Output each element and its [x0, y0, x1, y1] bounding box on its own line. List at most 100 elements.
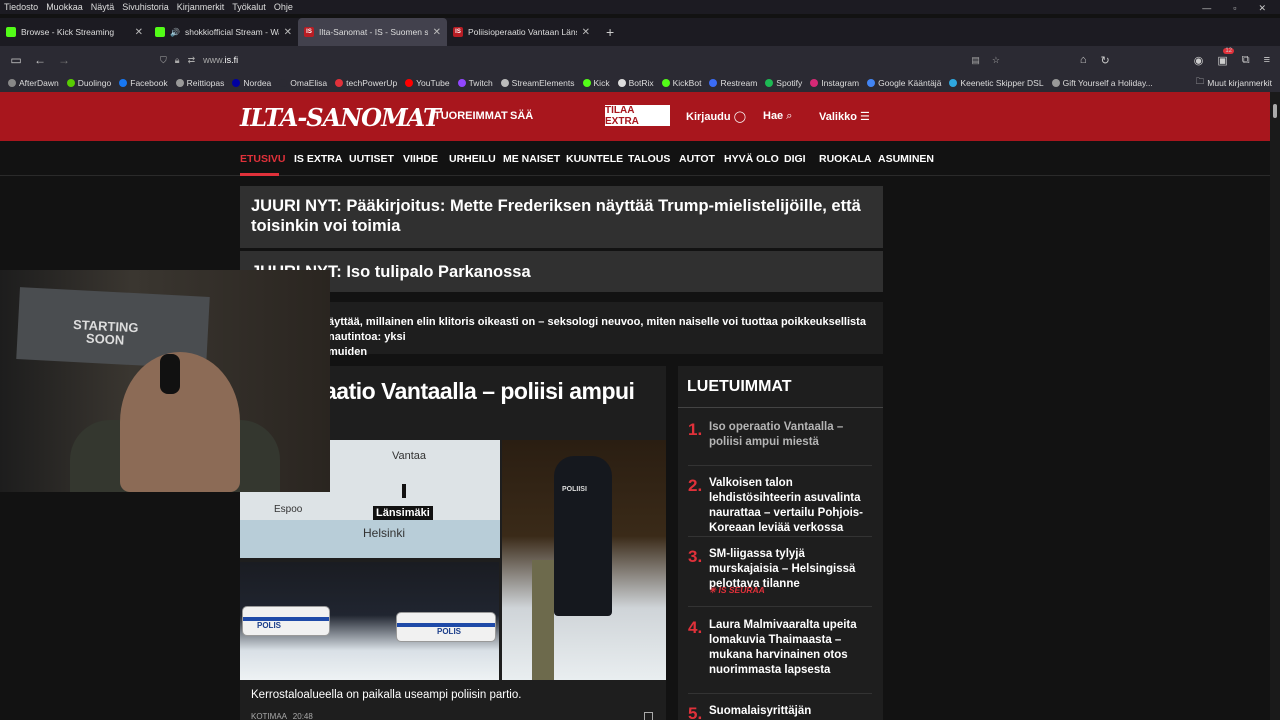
- cat-autot[interactable]: AUTOT: [679, 153, 715, 165]
- other-bookmarks[interactable]: 🗀 Muut kirjanmerkit: [1196, 74, 1272, 92]
- bookmark-item[interactable]: Spotify: [765, 78, 802, 88]
- back-icon[interactable]: ←: [28, 53, 52, 67]
- bookmark-item[interactable]: Kick: [582, 78, 610, 88]
- home-icon[interactable]: ⌂: [1080, 54, 1087, 66]
- shield-icon[interactable]: ⛉: [160, 55, 167, 66]
- bookmark-item[interactable]: Duolingo: [66, 78, 111, 88]
- site-logo[interactable]: ILTA-SANOMAT: [240, 103, 441, 132]
- tab-title: Ilta-Sanomat - IS - Suomen suu: [319, 27, 428, 37]
- bookmark-item[interactable]: Instagram: [810, 78, 859, 88]
- scroll-thumb[interactable]: [1273, 104, 1277, 118]
- bookmark-item[interactable]: Gift Yourself a Holiday...: [1051, 78, 1153, 88]
- cat-urheilu[interactable]: URHEILU: [449, 153, 496, 165]
- menu-bookmarks[interactable]: Kirjanmerkit: [177, 2, 225, 12]
- bookmark-star-icon[interactable]: ☆: [992, 55, 1000, 66]
- menu-file[interactable]: Tiedosto: [4, 2, 38, 12]
- sidebar-icon[interactable]: ▭: [4, 53, 28, 67]
- page-scrollbar[interactable]: [1270, 92, 1280, 720]
- bookmark-item[interactable]: Restream: [709, 78, 757, 88]
- login-link[interactable]: Kirjaudu ◯: [686, 110, 746, 123]
- item-title: Laura Malmivaaralta upeita lomakuvia Tha…: [709, 619, 857, 676]
- menu-view[interactable]: Näytä: [91, 2, 115, 12]
- cat-is-extra[interactable]: IS EXTRA: [294, 153, 342, 165]
- tab-ilta-sanomat[interactable]: IS Ilta-Sanomat - IS - Suomen suu ✕: [298, 18, 447, 46]
- forward-icon[interactable]: →: [52, 53, 76, 67]
- cat-talous[interactable]: TALOUS: [628, 153, 670, 165]
- bookmark-item[interactable]: KickBot: [661, 78, 701, 88]
- bookmark-item[interactable]: Twitch: [457, 78, 493, 88]
- bookmark-item[interactable]: Keenetic Skipper DSL: [949, 78, 1044, 88]
- bookmark-item[interactable]: Nordea: [232, 78, 271, 88]
- bookmark-item[interactable]: Facebook: [119, 78, 168, 88]
- url-bar[interactable]: ⛉ 🔒︎ ⇄ www.is.fi ▤ ☆: [154, 50, 1010, 70]
- tab-poliisioperaatio[interactable]: IS Poliisioperaatio Vantaan Länsim ✕: [447, 18, 596, 46]
- bookmark-item[interactable]: OmaElisa: [279, 78, 327, 88]
- story-caption[interactable]: Kerrostaloalueella on paikalla useampi p…: [251, 689, 521, 701]
- botrix-icon: [617, 79, 626, 87]
- tab-kick-browse[interactable]: Browse - Kick Streaming ✕: [0, 18, 149, 46]
- cat-me-naiset[interactable]: ME NAISET: [503, 153, 560, 165]
- cat-uutiset[interactable]: UUTISET: [349, 153, 394, 165]
- bookmark-item[interactable]: YouTube: [405, 78, 450, 88]
- restream-icon: [709, 79, 718, 87]
- bookmark-item[interactable]: BotRix: [617, 78, 654, 88]
- save-article-icon[interactable]: [644, 712, 653, 720]
- menu-tools[interactable]: Työkalut: [232, 2, 266, 12]
- extensions-icon[interactable]: ⧉: [1242, 54, 1250, 67]
- menu-help[interactable]: Ohje: [274, 2, 293, 12]
- most-read-item[interactable]: 4. Laura Malmivaaralta upeita lomakuvia …: [688, 618, 872, 694]
- account-icon[interactable]: ◉: [1194, 54, 1204, 67]
- reload-icon[interactable]: ↻: [1100, 54, 1109, 67]
- extension-badge-icon[interactable]: ▣ 12: [1217, 47, 1234, 67]
- close-tab-icon[interactable]: ✕: [582, 27, 590, 38]
- menu-link[interactable]: Valikko ☰: [819, 110, 870, 123]
- streamelements-icon: [500, 79, 509, 87]
- cat-hyva-olo[interactable]: HYVÄ OLO: [724, 153, 779, 165]
- cat-asuminen[interactable]: ASUMINEN: [878, 153, 934, 165]
- breaking-news-2[interactable]: JUURI NYT: Iso tulipalo Parkanossa: [240, 251, 883, 292]
- menu-history[interactable]: Sivuhistoria: [122, 2, 169, 12]
- close-tab-icon[interactable]: ✕: [433, 27, 441, 38]
- new-tab-button[interactable]: +: [596, 24, 614, 40]
- bookmark-item[interactable]: AfterDawn: [8, 78, 59, 88]
- cat-etusivu[interactable]: ETUSIVU: [240, 153, 286, 165]
- restore-icon[interactable]: ▫: [1233, 3, 1236, 13]
- bookmark-item[interactable]: Reittiopas: [175, 78, 224, 88]
- subscribe-button[interactable]: TILAA EXTRA: [605, 105, 670, 127]
- most-read-item[interactable]: 1. Iso operaatio Vantaalla – poliisi amp…: [688, 420, 872, 466]
- site-header: ILTA-SANOMAT TUOREIMMAT SÄÄ TILAA EXTRA …: [0, 92, 1270, 141]
- rank-number: 4.: [688, 618, 703, 637]
- cat-digi[interactable]: DIGI: [784, 153, 806, 165]
- cat-kuuntele[interactable]: KUUNTELE: [566, 153, 623, 165]
- url-text[interactable]: www.is.fi: [203, 55, 238, 65]
- story-link[interactable]: äyttää, millainen elin klitoris oikeasti…: [240, 302, 883, 358]
- most-read-item[interactable]: 5. Suomalaisyrittäjän ihmekeksintö: [688, 704, 872, 720]
- most-read-item[interactable]: 2. Valkoisen talon lehdistösihteerin asu…: [688, 476, 872, 537]
- permissions-icon[interactable]: ⇄: [188, 55, 196, 66]
- cat-ruokala[interactable]: RUOKALA: [819, 153, 872, 165]
- most-read-item[interactable]: 3. SM-liigassa tylyjä murskajaisia – Hel…: [688, 547, 872, 607]
- close-tab-icon[interactable]: ✕: [135, 27, 143, 38]
- nav-saa[interactable]: SÄÄ: [510, 110, 533, 122]
- bookmark-item[interactable]: StreamElements: [500, 78, 575, 88]
- bookmark-item[interactable]: Google Kääntäjä: [867, 78, 941, 88]
- close-window-icon[interactable]: ✕: [1258, 3, 1266, 14]
- breaking-news-1[interactable]: JUURI NYT: Pääkirjoitus: Mette Frederiks…: [240, 186, 883, 248]
- nav-tuoreimmat[interactable]: TUOREIMMAT: [434, 110, 508, 122]
- search-link[interactable]: Hae ⌕: [763, 110, 792, 123]
- google-translate-icon: [867, 79, 876, 87]
- story-line: muiden: [328, 346, 368, 358]
- minimize-icon[interactable]: —: [1202, 3, 1211, 13]
- keenetic-icon: [949, 79, 958, 87]
- app-menu-icon[interactable]: ≡: [1264, 54, 1270, 66]
- menu-edit[interactable]: Muokkaa: [46, 2, 83, 12]
- lock-icon[interactable]: 🔒︎: [175, 55, 180, 66]
- speaker-icon[interactable]: 🔊: [170, 28, 180, 37]
- cat-viihde[interactable]: VIIHDE: [403, 153, 438, 165]
- bookmark-item[interactable]: techPowerUp: [335, 78, 397, 88]
- reader-view-icon[interactable]: ▤: [971, 55, 980, 66]
- tab-kick-stream[interactable]: 🔊 shokkiofficial Stream - Wat ✕: [149, 18, 298, 46]
- close-tab-icon[interactable]: ✕: [284, 27, 292, 38]
- page-content: ILTA-SANOMAT TUOREIMMAT SÄÄ TILAA EXTRA …: [0, 92, 1270, 720]
- main-headline[interactable]: aatio Vantaalla – poliisi ampui: [324, 378, 635, 405]
